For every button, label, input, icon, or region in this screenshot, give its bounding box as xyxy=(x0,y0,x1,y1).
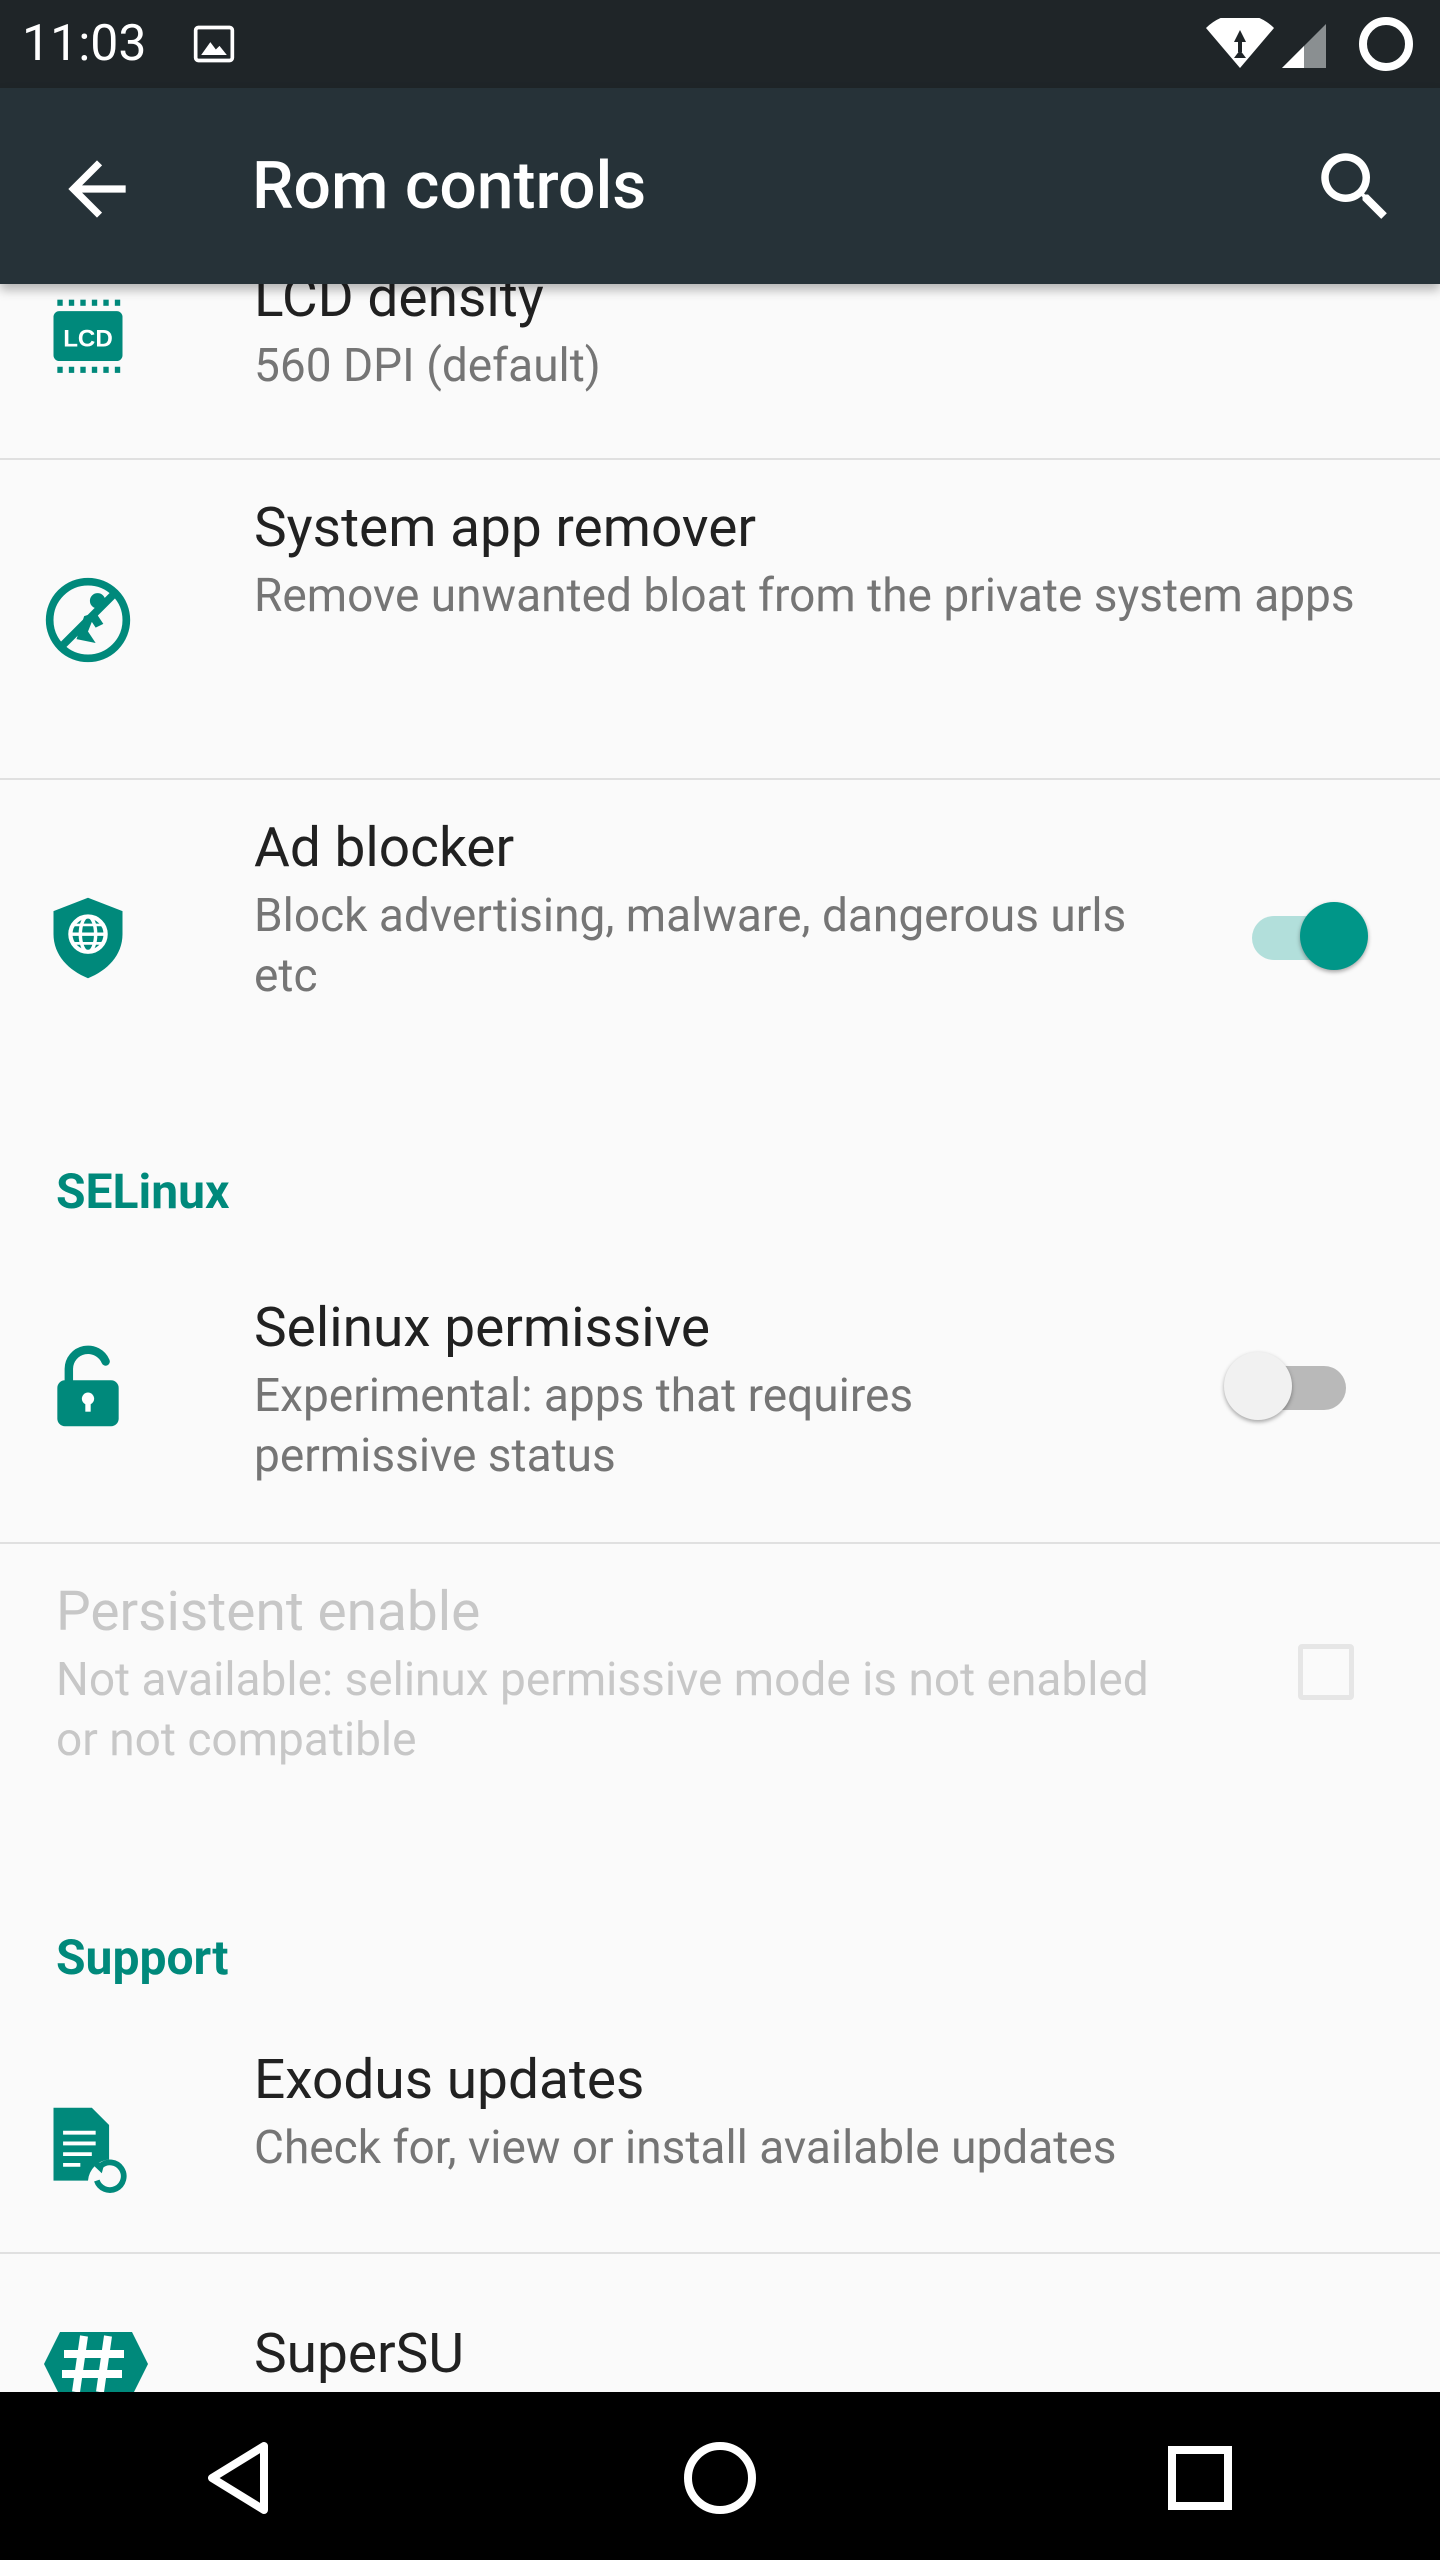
selinux-permissive-switch[interactable] xyxy=(1224,1348,1354,1420)
back-triangle-icon[interactable] xyxy=(192,2430,288,2526)
search-icon[interactable] xyxy=(1310,142,1400,232)
pref-ad-blocker[interactable]: Ad blocker Block advertising, malware, d… xyxy=(0,780,1440,1100)
signal-icon xyxy=(1282,24,1326,68)
battery-icon xyxy=(1359,17,1413,71)
svg-text:LCD: LCD xyxy=(63,325,113,352)
update-document-icon xyxy=(53,2107,127,2193)
pref-title: System app remover xyxy=(254,496,757,560)
settings-list[interactable]: LCD LCD density 560 DPI (default) System… xyxy=(0,284,1440,2392)
image-notification-icon xyxy=(193,25,235,63)
pref-summary: Block advertising, malware, dangerous ur… xyxy=(254,889,1127,1003)
pref-summary: Not available: selinux permissive mode i… xyxy=(56,1653,1149,1767)
switch-thumb xyxy=(1300,902,1368,970)
status-bar: 11:03 xyxy=(0,0,1440,88)
category-header-selinux: SELinux xyxy=(56,1163,230,1220)
unlock-icon xyxy=(57,1345,119,1427)
wifi-icon xyxy=(1206,18,1274,68)
recents-square-icon[interactable] xyxy=(1152,2430,1248,2526)
pref-persistent-enable: Persistent enable Not available: selinux… xyxy=(0,1544,1440,1862)
pref-summary: Check for, view or install available upd… xyxy=(254,2121,1117,2175)
arrow-back-icon[interactable] xyxy=(54,146,140,232)
home-circle-icon[interactable] xyxy=(672,2430,768,2526)
pref-title: LCD density xyxy=(254,284,544,330)
pref-title: Exodus updates xyxy=(254,2048,645,2112)
pref-summary: 560 DPI (default) xyxy=(254,339,601,393)
supersu-hash-icon xyxy=(44,2332,148,2392)
pref-title: SuperSU xyxy=(254,2322,464,2386)
pref-supersu[interactable]: SuperSU xyxy=(0,2254,1440,2392)
pref-title: Ad blocker xyxy=(254,816,515,880)
category-header-support: Support xyxy=(56,1929,229,1986)
pref-selinux-permissive[interactable]: Selinux permissive Experimental: apps th… xyxy=(0,1284,1440,1544)
status-time: 11:03 xyxy=(22,15,147,73)
page-title: Rom controls xyxy=(252,148,647,225)
pref-lcd-density[interactable]: LCD LCD density 560 DPI (default) xyxy=(0,284,1440,442)
shield-globe-icon xyxy=(53,897,123,979)
pref-title: Selinux permissive xyxy=(254,1296,711,1360)
pref-system-app-remover[interactable]: System app remover Remove unwanted bloat… xyxy=(0,460,1440,778)
lcd-icon: LCD xyxy=(53,299,123,373)
pref-exodus-updates[interactable]: Exodus updates Check for, view or instal… xyxy=(0,2044,1440,2260)
pref-title: Persistent enable xyxy=(56,1580,481,1644)
app-toolbar: Rom controls xyxy=(0,88,1440,284)
persistent-enable-checkbox xyxy=(1298,1644,1354,1700)
switch-thumb xyxy=(1224,1352,1292,1420)
ad-blocker-switch[interactable] xyxy=(1240,898,1370,970)
app-remover-icon xyxy=(45,577,131,663)
pref-summary: Remove unwanted bloat from the private s… xyxy=(254,569,1355,623)
navigation-bar xyxy=(0,2392,1440,2560)
pref-summary: Experimental: apps that requires permiss… xyxy=(254,1369,914,1483)
